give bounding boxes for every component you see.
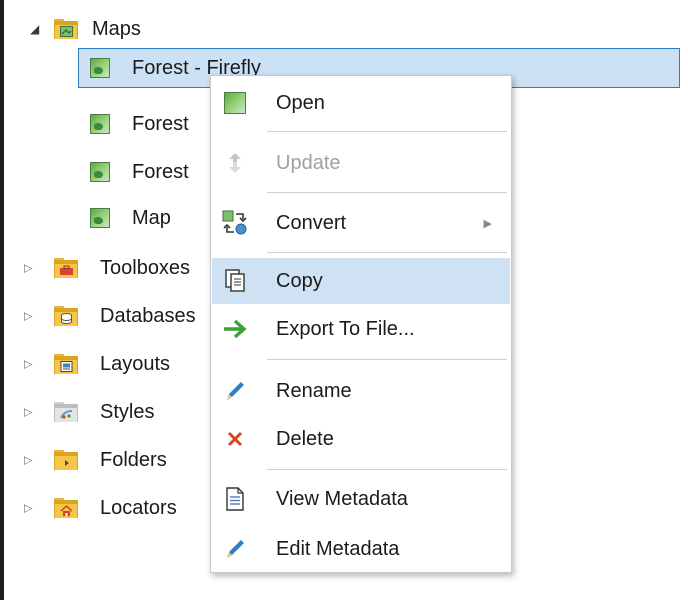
menu-separator [267,469,507,470]
styles-icon [54,402,78,422]
tree-node-label: Maps [92,18,141,40]
tree-item-label: Map [132,207,171,229]
menu-item-label: Update [276,151,341,174]
export-arrow-icon [222,316,248,342]
submenu-arrow-icon: ▶ [483,217,492,230]
menu-separator [267,252,507,253]
tree-node-label: Toolboxes [100,257,191,279]
pencil-icon [222,536,248,562]
menu-item-convert[interactable]: Convert ▶ [212,200,510,246]
tree-item-label: Forest [132,161,189,183]
map-icon [90,58,110,78]
delete-x-icon [222,426,248,452]
menu-item-update[interactable]: Update [212,140,510,186]
collapsed-triangle-icon[interactable]: ▷ [24,358,32,371]
database-icon [54,306,78,326]
metadata-document-icon [222,486,248,512]
tree-node-maps[interactable]: ◢ Maps [4,10,304,48]
expanded-triangle-icon[interactable]: ◢ [30,22,39,36]
tree-node-label: Databases [100,305,196,327]
menu-item-delete[interactable]: Delete [212,416,510,462]
map-icon [90,114,110,134]
copy-icon [222,268,248,294]
tree-node-label: Folders [100,449,167,471]
menu-item-rename[interactable]: Rename [212,368,510,414]
collapsed-triangle-icon[interactable]: ▷ [24,406,32,419]
menu-item-label: Copy [276,269,323,292]
folder-icon [54,450,78,470]
tree-node-label: Styles [100,401,155,423]
maps-folder-icon [54,19,78,39]
collapsed-triangle-icon[interactable]: ▷ [24,454,32,467]
tree-node-label: Locators [100,497,177,519]
menu-item-open[interactable]: Open [212,80,510,126]
toolbox-icon [54,258,78,278]
layout-icon [54,354,78,374]
update-icon [222,150,248,176]
menu-item-label: Delete [276,427,334,450]
locator-icon [54,498,78,518]
map-icon [90,208,110,228]
map-icon [90,162,110,182]
collapsed-triangle-icon[interactable]: ▷ [24,262,32,275]
catalog-pane: ◢ Maps Forest - Firefly Forest Forest Ma… [4,0,688,600]
menu-item-copy[interactable]: Copy [212,258,510,304]
menu-item-label: Convert [276,211,347,234]
menu-item-export-to-file[interactable]: Export To File... [212,306,510,352]
collapsed-triangle-icon[interactable]: ▷ [24,310,32,323]
menu-item-label: Export To File... [276,317,415,340]
map-icon [222,90,248,116]
menu-item-view-metadata[interactable]: View Metadata [212,476,510,522]
context-menu: Open Update Convert ▶ Copy Export To Fil… [210,75,512,573]
pencil-icon [222,378,248,404]
tree-node-label: Layouts [100,353,171,375]
menu-item-label: Rename [276,379,352,402]
collapsed-triangle-icon[interactable]: ▷ [24,502,32,515]
menu-item-label: View Metadata [276,487,408,510]
menu-separator [267,131,507,132]
tree-item-label: Forest [132,113,189,135]
menu-item-edit-metadata[interactable]: Edit Metadata [212,526,510,572]
convert-icon [222,210,248,236]
menu-item-label: Edit Metadata [276,537,400,560]
menu-separator [267,359,507,360]
menu-item-label: Open [276,91,325,114]
menu-separator [267,192,507,193]
